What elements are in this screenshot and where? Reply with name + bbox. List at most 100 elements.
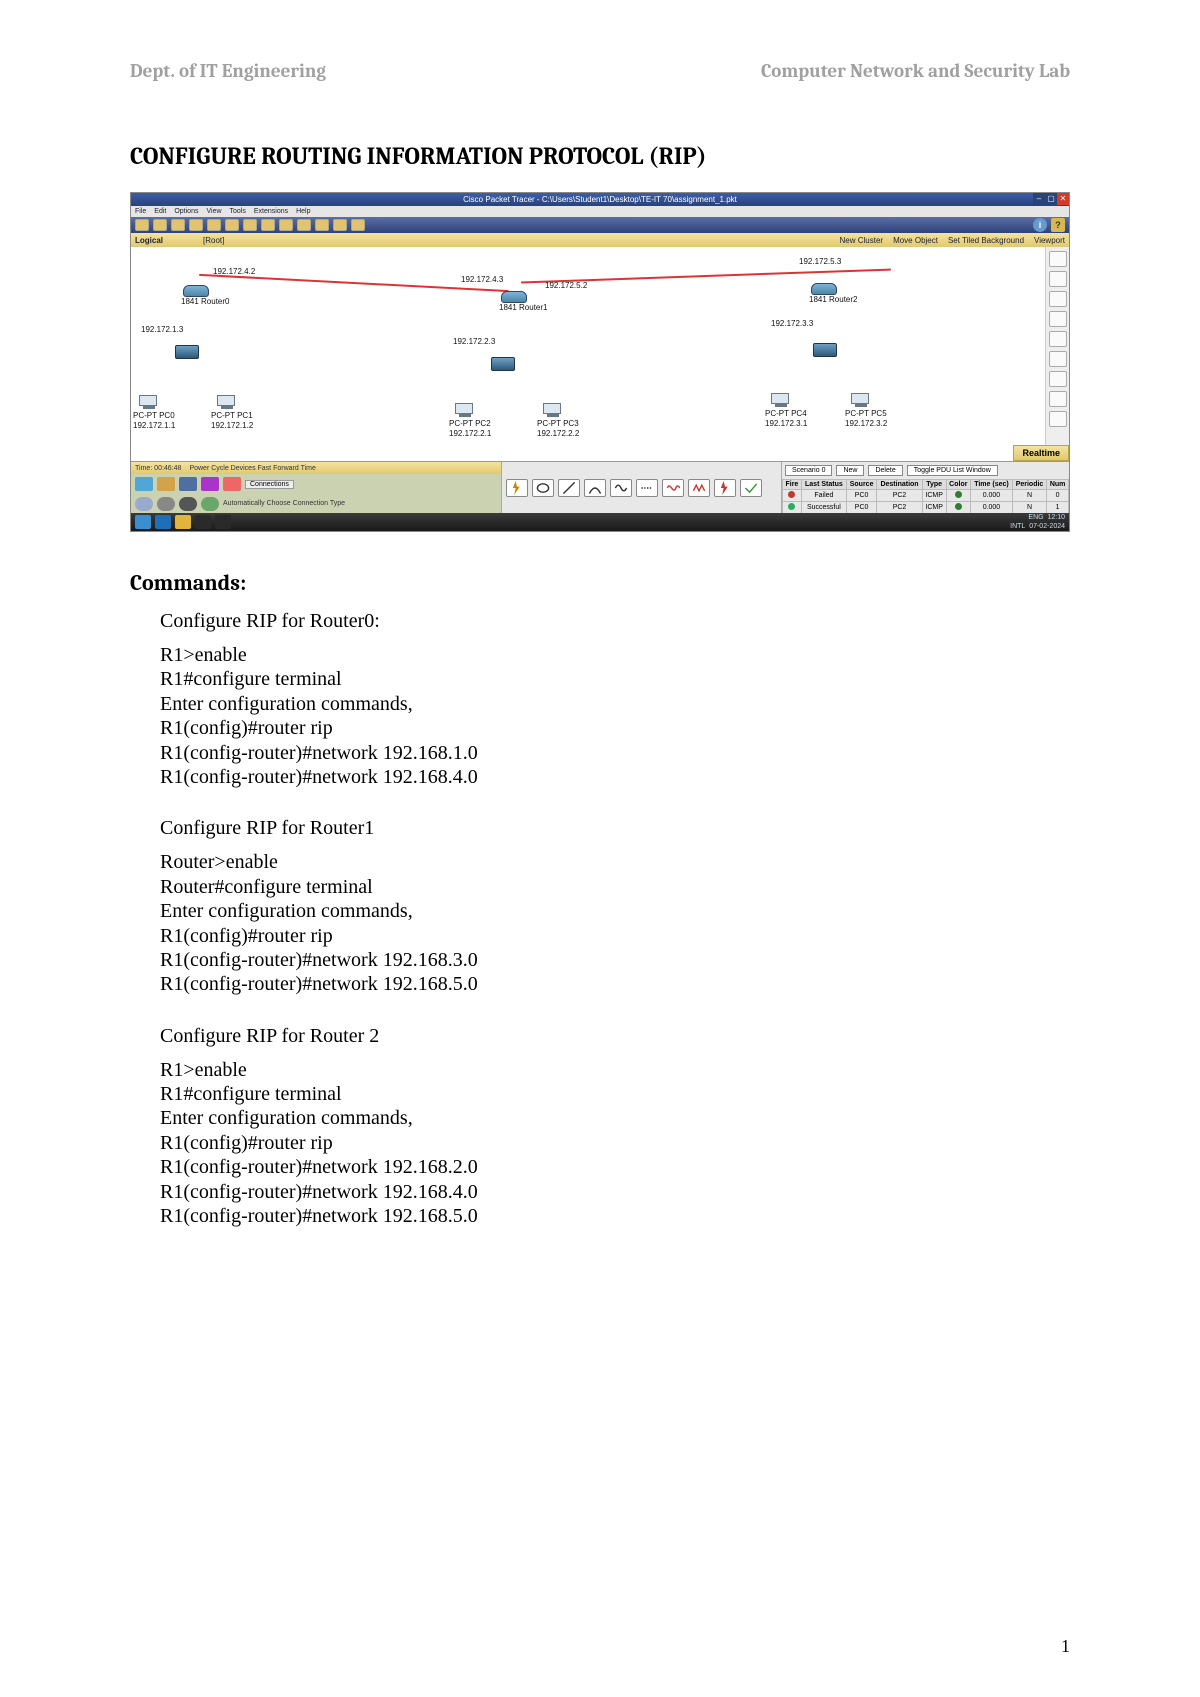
- pt-bottom-panel: Time: 00:46:48 Power Cycle Devices Fast …: [131, 461, 1069, 513]
- cmd-line: Enter configuration commands,: [160, 899, 1070, 923]
- start-icon[interactable]: [135, 515, 151, 529]
- toolbar-zoomreset-icon[interactable]: [315, 219, 329, 231]
- connection-type-icon[interactable]: [179, 497, 197, 511]
- page-header: Dept. of IT Engineering Computer Network…: [130, 60, 1070, 82]
- menu-file[interactable]: File: [135, 208, 146, 215]
- logical-tab[interactable]: Logical: [135, 236, 163, 245]
- pc1-name: PC-PT PC1: [211, 411, 253, 420]
- router0-ip: 192.172.4.2: [213, 267, 255, 276]
- toolbar-help-icon[interactable]: ?: [1051, 218, 1065, 232]
- color-swatch: [955, 491, 962, 498]
- toolbar-save-icon[interactable]: [171, 219, 185, 231]
- device-hubs-icon[interactable]: [179, 477, 197, 491]
- draw-tool-icon[interactable]: [1049, 351, 1067, 367]
- simple-pdu-icon[interactable]: [1049, 391, 1067, 407]
- delete-tool-icon[interactable]: [1049, 311, 1067, 327]
- shape-palette: [501, 462, 781, 513]
- menu-options[interactable]: Options: [174, 208, 198, 215]
- menu-view[interactable]: View: [206, 208, 221, 215]
- new-cluster-button[interactable]: New Cluster: [839, 236, 883, 245]
- toolbar-undo-icon[interactable]: [243, 219, 257, 231]
- toolbar-new-icon[interactable]: [135, 219, 149, 231]
- router1-icon[interactable]: [501, 291, 527, 303]
- maximize-icon[interactable]: ▢: [1045, 193, 1057, 205]
- device-routers-icon[interactable]: [135, 477, 153, 491]
- device-wireless-icon[interactable]: [201, 477, 219, 491]
- new-scenario-button[interactable]: New: [836, 465, 864, 476]
- device-connections-icon[interactable]: [223, 477, 241, 491]
- complex-pdu-icon[interactable]: [1049, 411, 1067, 427]
- bolt2-icon[interactable]: [714, 479, 736, 497]
- scenario-select[interactable]: Scenario 0: [785, 465, 832, 476]
- pc1-icon[interactable]: [217, 395, 237, 411]
- pt-logical-bar: Logical [Root] New Cluster Move Object S…: [131, 233, 1069, 247]
- set-bg-button[interactable]: Set Tiled Background: [948, 236, 1024, 245]
- taskbar-explorer-icon[interactable]: [175, 515, 191, 529]
- toolbar-copy-icon[interactable]: [207, 219, 221, 231]
- line-icon[interactable]: [558, 479, 580, 497]
- toolbar-zoomin-icon[interactable]: [279, 219, 293, 231]
- pc2-name: PC-PT PC2: [449, 419, 491, 428]
- menu-extensions[interactable]: Extensions: [254, 208, 288, 215]
- cmd-line: R1(config)#router rip: [160, 1131, 1070, 1155]
- toolbar-paste-icon[interactable]: [225, 219, 239, 231]
- zigzag-icon[interactable]: [688, 479, 710, 497]
- note-tool-icon[interactable]: [1049, 291, 1067, 307]
- pt-canvas[interactable]: 192.172.4.2 1841 Router0 192.172.1.3 PC-…: [131, 247, 1045, 461]
- table-row[interactable]: Failed PC0 PC2 ICMP 0.000 N 0: [783, 490, 1069, 502]
- move-object-button[interactable]: Move Object: [893, 236, 938, 245]
- curve-icon[interactable]: [584, 479, 606, 497]
- router2-ip: 192.172.5.3: [799, 257, 841, 266]
- move-tool-icon[interactable]: [1049, 271, 1067, 287]
- pc3-icon[interactable]: [543, 403, 563, 419]
- taskbar-clock[interactable]: ENG 12:10 INTL 07-02-2024: [1010, 513, 1065, 531]
- viewport-button[interactable]: Viewport: [1034, 236, 1065, 245]
- delete-scenario-button[interactable]: Delete: [868, 465, 902, 476]
- pc3-ip: 192.172.2.2: [537, 429, 579, 438]
- check-icon[interactable]: [740, 479, 762, 497]
- toolbar-custom-icon[interactable]: [351, 219, 365, 231]
- pc4-icon[interactable]: [771, 393, 791, 409]
- power-cinternationale[interactable]: Power Cycle Devices Fast Forward Time: [189, 465, 315, 472]
- connection-type-icon[interactable]: [135, 497, 153, 511]
- auto-conn-label: Automatically Choose Connection Type: [223, 500, 345, 507]
- close-icon[interactable]: ✕: [1057, 193, 1069, 205]
- menu-edit[interactable]: Edit: [154, 208, 166, 215]
- toolbar-redo-icon[interactable]: [261, 219, 275, 231]
- toolbar-print-icon[interactable]: [189, 219, 203, 231]
- router2-icon[interactable]: [811, 283, 837, 295]
- switch0-icon[interactable]: [175, 345, 199, 359]
- taskbar-ie-icon[interactable]: [155, 515, 171, 529]
- realtime-tab[interactable]: Realtime: [1013, 445, 1069, 461]
- pc5-icon[interactable]: [851, 393, 871, 409]
- cmd-line: Router#configure terminal: [160, 875, 1070, 899]
- toolbar-zoomout-icon[interactable]: [297, 219, 311, 231]
- inspect-tool-icon[interactable]: [1049, 331, 1067, 347]
- menu-help[interactable]: Help: [296, 208, 310, 215]
- minimize-icon[interactable]: –: [1033, 193, 1045, 205]
- dotted-icon[interactable]: [636, 479, 658, 497]
- wave-icon[interactable]: [662, 479, 684, 497]
- taskbar-app-icon[interactable]: [215, 515, 231, 529]
- pc2-icon[interactable]: [455, 403, 475, 419]
- ellipse-icon[interactable]: [532, 479, 554, 497]
- switch1-icon[interactable]: [491, 357, 515, 371]
- root-label[interactable]: [Root]: [203, 236, 224, 245]
- menu-tools[interactable]: Tools: [230, 208, 246, 215]
- connection-type-icon[interactable]: [157, 497, 175, 511]
- toolbar-info-icon[interactable]: i: [1033, 218, 1047, 232]
- taskbar-app-icon[interactable]: [195, 515, 211, 529]
- toolbar-open-icon[interactable]: [153, 219, 167, 231]
- toggle-pdu-button[interactable]: Toggle PDU List Window: [907, 465, 998, 476]
- select-tool-icon[interactable]: [1049, 251, 1067, 267]
- router0-icon[interactable]: [183, 285, 209, 297]
- table-row[interactable]: Successful PC0 PC2 ICMP 0.000 N 1: [783, 502, 1069, 514]
- device-switches-icon[interactable]: [157, 477, 175, 491]
- toolbar-palette-icon[interactable]: [333, 219, 347, 231]
- connection-type-icon[interactable]: [201, 497, 219, 511]
- freeform-icon[interactable]: [610, 479, 632, 497]
- switch2-icon[interactable]: [813, 343, 837, 357]
- resize-tool-icon[interactable]: [1049, 371, 1067, 387]
- pc0-icon[interactable]: [139, 395, 159, 411]
- lightning-icon[interactable]: [506, 479, 528, 497]
